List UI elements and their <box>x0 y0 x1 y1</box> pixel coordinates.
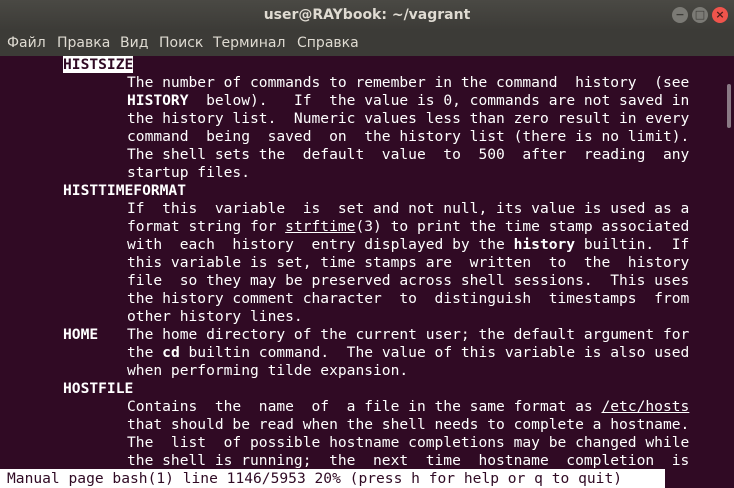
text-line: the shell is running; the next time host… <box>127 452 690 469</box>
text-line: the history comment character to disting… <box>127 290 690 307</box>
text-segment: format string for <box>127 218 286 235</box>
text-line: Contains the name of a file in the same … <box>127 398 689 416</box>
window-title: user@RAYbook: ~/vagrant <box>263 7 471 23</box>
text-line: when performing tilde expansion. <box>127 362 409 379</box>
menu-view[interactable]: Вид <box>120 30 148 56</box>
text-line: this variable is set, time stamps are wr… <box>127 254 690 271</box>
menu-help[interactable]: Справка <box>297 30 359 56</box>
history-builtin: history <box>513 236 576 253</box>
terminal-window: user@RAYbook: ~/vagrant − □ × Файл Правк… <box>0 0 734 488</box>
menu-file[interactable]: Файл <box>7 30 46 56</box>
text-line: If this variable is set and not null, it… <box>127 200 690 217</box>
histsize-heading: HISTSIZE <box>63 56 134 73</box>
history-keyword: HISTORY <box>127 92 189 109</box>
text-line: The home directory of the current user; … <box>127 326 690 343</box>
text-line: with each history entry displayed by the… <box>127 236 689 254</box>
text-line: HISTORY below). If the value is 0, comma… <box>127 92 689 110</box>
text-line: The number of commands to remember in th… <box>127 74 690 91</box>
text-line: the cd builtin command. The value of thi… <box>127 344 689 362</box>
text-segment: (3) to print the time stamp associated <box>355 218 690 235</box>
maximize-button[interactable]: □ <box>692 7 708 23</box>
etc-hosts-link: /etc/hosts <box>601 398 690 415</box>
menu-bar: Файл Правка Вид Поиск Терминал Справка <box>0 30 734 56</box>
scrollbar-thumb[interactable] <box>727 84 731 128</box>
text-line: The list of possible hostname completion… <box>127 434 690 451</box>
menu-terminal[interactable]: Терминал <box>213 30 285 56</box>
text-line: file so they may be preserved across she… <box>127 272 690 289</box>
minimize-button[interactable]: − <box>672 7 688 23</box>
text-line: command being saved on the history list … <box>127 128 690 145</box>
text-line: the history list. Numeric values less th… <box>127 110 690 127</box>
text-line: The shell sets the default value to 500 … <box>127 146 690 163</box>
menu-search[interactable]: Поиск <box>159 30 203 56</box>
text-segment: Contains the name of a file in the same … <box>127 398 602 415</box>
text-segment: builtin command. The value of this varia… <box>179 344 690 361</box>
pager-status-text: Manual page bash(1) line 1146/5953 20% (… <box>7 470 623 487</box>
pager-status-bar: Manual page bash(1) line 1146/5953 20% (… <box>0 469 665 488</box>
text-line: other history lines. <box>127 308 303 325</box>
strftime-link: strftime <box>285 218 356 235</box>
text-line: that should be read when the shell needs… <box>127 416 690 433</box>
hostfile-heading: HOSTFILE <box>63 380 134 397</box>
text-segment: below). If the value is 0, commands are … <box>188 92 690 109</box>
title-bar[interactable]: user@RAYbook: ~/vagrant − □ × <box>0 0 734 30</box>
text-line: startup files. <box>127 164 251 181</box>
histtimeformat-heading: HISTTIMEFORMAT <box>63 182 187 199</box>
text-segment: the <box>127 344 163 361</box>
cd-builtin: cd <box>162 344 180 361</box>
home-heading: HOME <box>63 326 99 343</box>
menu-edit[interactable]: Правка <box>57 30 110 56</box>
close-button[interactable]: × <box>712 7 728 23</box>
text-line: format string for strftime(3) to print t… <box>127 218 689 236</box>
text-segment: builtin. If <box>575 236 690 253</box>
text-cursor <box>645 470 654 487</box>
text-segment: with each history entry displayed by the <box>127 236 514 253</box>
